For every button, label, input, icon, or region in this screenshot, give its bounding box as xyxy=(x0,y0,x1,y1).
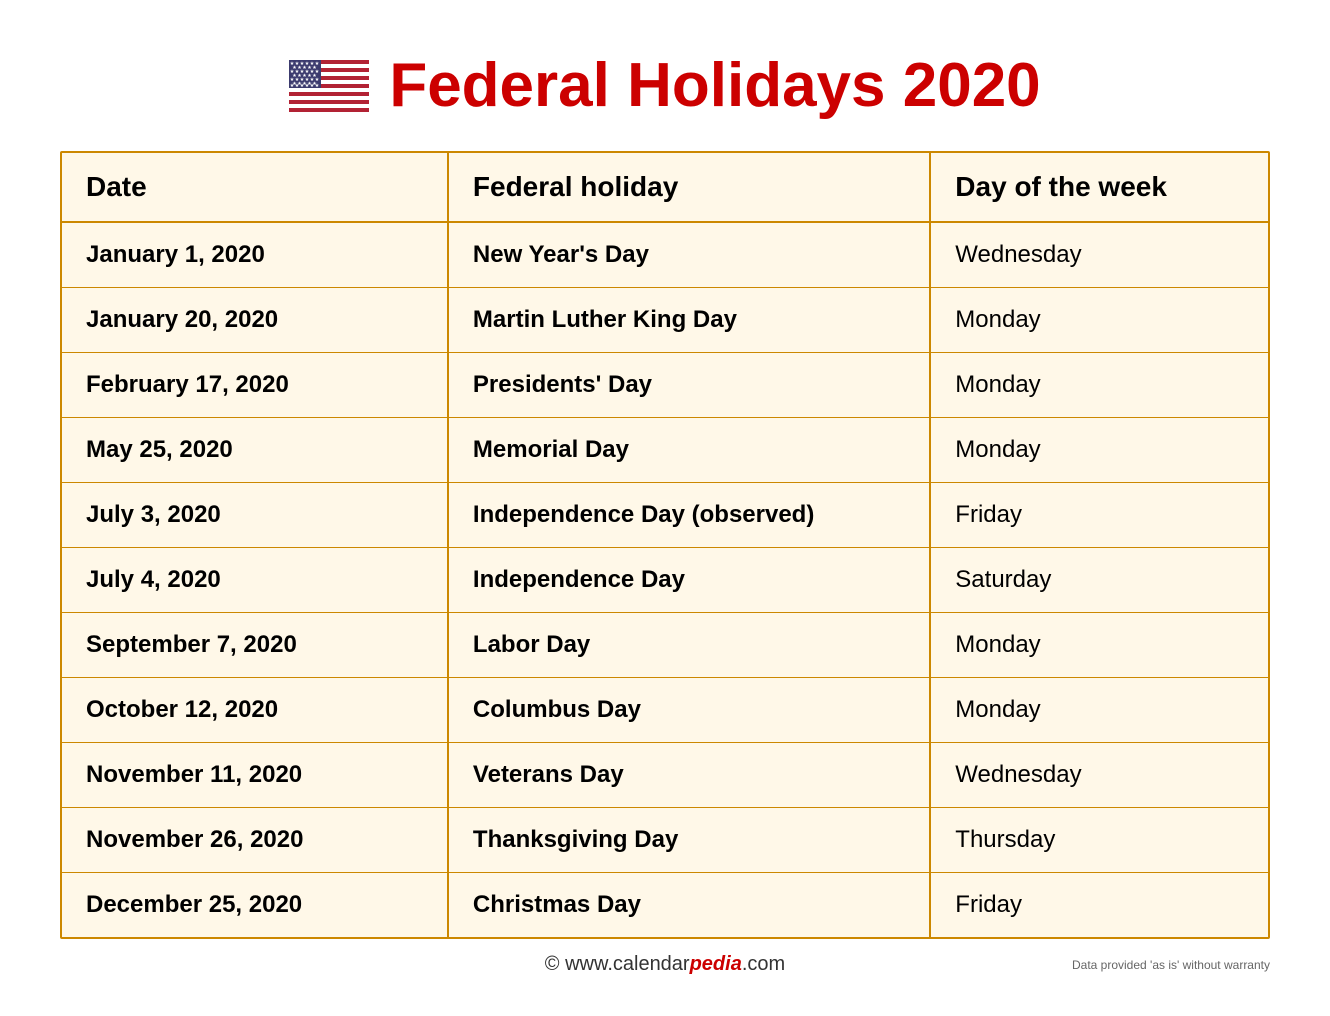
day-cell: Monday xyxy=(930,613,1268,678)
us-flag-icon: ★★★★★★ ★★★★★ ★★★★★★ ★★★★★ ★★★★★★ ★★★★★ ★… xyxy=(289,60,369,112)
date-cell: May 25, 2020 xyxy=(62,418,448,483)
header: ★★★★★★ ★★★★★ ★★★★★★ ★★★★★ ★★★★★★ ★★★★★ ★… xyxy=(289,50,1040,121)
day-cell: Monday xyxy=(930,678,1268,743)
date-cell: July 4, 2020 xyxy=(62,548,448,613)
holiday-cell: Thanksgiving Day xyxy=(448,808,930,873)
footer-disclaimer: Data provided 'as is' without warranty xyxy=(1072,958,1270,972)
page-title: Federal Holidays 2020 xyxy=(389,50,1040,121)
table-row: February 17, 2020Presidents' DayMonday xyxy=(62,353,1268,418)
table-header-row: Date Federal holiday Day of the week xyxy=(62,153,1268,222)
table-row: July 4, 2020Independence DaySaturday xyxy=(62,548,1268,613)
day-cell: Thursday xyxy=(930,808,1268,873)
table-row: January 1, 2020New Year's DayWednesday xyxy=(62,222,1268,288)
date-cell: January 20, 2020 xyxy=(62,288,448,353)
day-cell: Monday xyxy=(930,353,1268,418)
brand-italic: pedia xyxy=(690,953,742,975)
day-cell: Wednesday xyxy=(930,743,1268,808)
date-cell: February 17, 2020 xyxy=(62,353,448,418)
footer: © www.calendarpedia.com Data provided 'a… xyxy=(60,953,1270,976)
table-row: May 25, 2020Memorial DayMonday xyxy=(62,418,1268,483)
table-row: November 26, 2020Thanksgiving DayThursda… xyxy=(62,808,1268,873)
date-cell: January 1, 2020 xyxy=(62,222,448,288)
copyright-text: © www.calendar xyxy=(545,953,690,975)
date-cell: November 26, 2020 xyxy=(62,808,448,873)
date-cell: October 12, 2020 xyxy=(62,678,448,743)
day-cell: Saturday xyxy=(930,548,1268,613)
holiday-cell: Labor Day xyxy=(448,613,930,678)
table-row: November 11, 2020Veterans DayWednesday xyxy=(62,743,1268,808)
holiday-cell: New Year's Day xyxy=(448,222,930,288)
holiday-cell: Presidents' Day xyxy=(448,353,930,418)
table-row: January 20, 2020Martin Luther King DayMo… xyxy=(62,288,1268,353)
col-header-day: Day of the week xyxy=(930,153,1268,222)
page-container: ★★★★★★ ★★★★★ ★★★★★★ ★★★★★ ★★★★★★ ★★★★★ ★… xyxy=(20,20,1310,996)
date-cell: September 7, 2020 xyxy=(62,613,448,678)
table-wrapper: Date Federal holiday Day of the week Jan… xyxy=(60,151,1270,939)
day-cell: Friday xyxy=(930,873,1268,938)
table-row: September 7, 2020Labor DayMonday xyxy=(62,613,1268,678)
holiday-cell: Independence Day xyxy=(448,548,930,613)
holiday-cell: Veterans Day xyxy=(448,743,930,808)
holiday-cell: Martin Luther King Day xyxy=(448,288,930,353)
table-row: December 25, 2020Christmas DayFriday xyxy=(62,873,1268,938)
day-cell: Friday xyxy=(930,483,1268,548)
holiday-cell: Independence Day (observed) xyxy=(448,483,930,548)
footer-copyright: © www.calendarpedia.com xyxy=(545,953,785,976)
day-cell: Monday xyxy=(930,418,1268,483)
holiday-cell: Christmas Day xyxy=(448,873,930,938)
table-row: October 12, 2020Columbus DayMonday xyxy=(62,678,1268,743)
day-cell: Monday xyxy=(930,288,1268,353)
date-cell: December 25, 2020 xyxy=(62,873,448,938)
date-cell: July 3, 2020 xyxy=(62,483,448,548)
holiday-cell: Memorial Day xyxy=(448,418,930,483)
col-header-holiday: Federal holiday xyxy=(448,153,930,222)
col-header-date: Date xyxy=(62,153,448,222)
holiday-cell: Columbus Day xyxy=(448,678,930,743)
table-row: July 3, 2020Independence Day (observed)F… xyxy=(62,483,1268,548)
date-cell: November 11, 2020 xyxy=(62,743,448,808)
holidays-table: Date Federal holiday Day of the week Jan… xyxy=(62,153,1268,937)
domain-suffix: .com xyxy=(742,953,785,975)
svg-text:★: ★ xyxy=(315,83,320,89)
day-cell: Wednesday xyxy=(930,222,1268,288)
